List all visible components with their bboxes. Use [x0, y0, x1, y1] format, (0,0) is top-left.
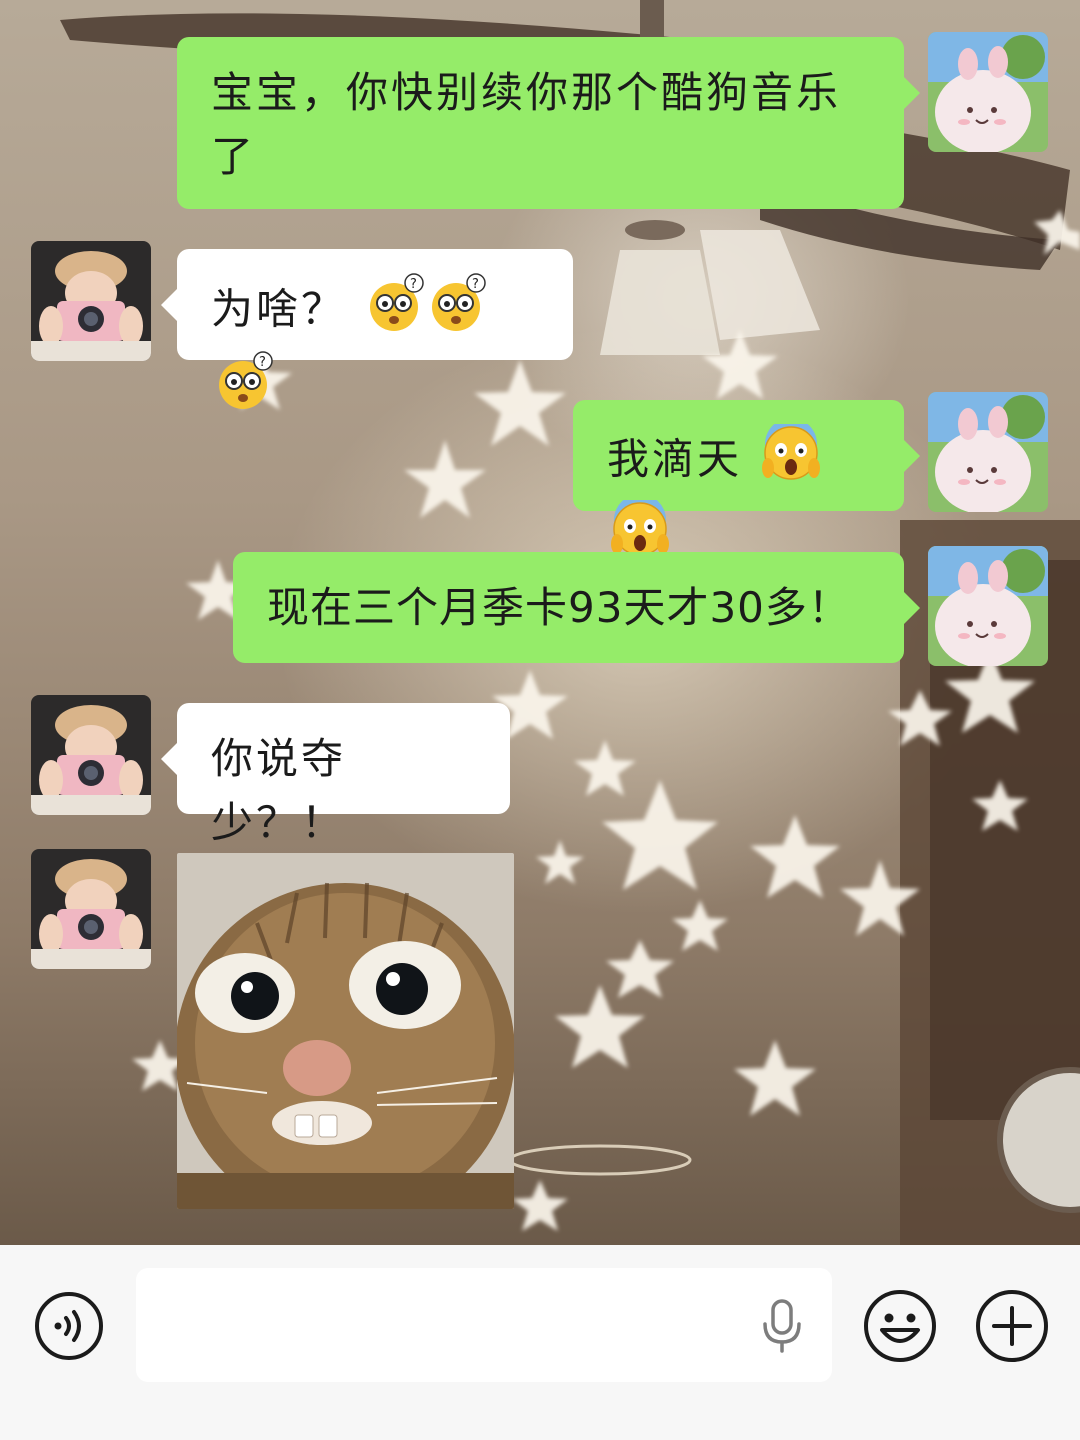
contact-avatar[interactable]: [31, 849, 151, 969]
message-bubble-sent[interactable]: 我滴天: [573, 400, 920, 556]
my-avatar[interactable]: [928, 392, 1048, 512]
contact-avatar[interactable]: [31, 695, 151, 815]
message-input-field[interactable]: [136, 1268, 832, 1382]
emoji-icon[interactable]: [862, 1288, 938, 1368]
message-text: 为啥？: [211, 284, 347, 334]
confused-face-emoji: ?: [215, 351, 273, 429]
message-input[interactable]: [136, 1268, 736, 1382]
screaming-face-emoji: [762, 418, 821, 500]
shocked-cat-sticker[interactable]: [177, 853, 514, 1209]
my-avatar[interactable]: [928, 546, 1048, 666]
message-text: 宝宝，你快别续你那个酷狗音乐了: [211, 68, 842, 181]
confused-face-emoji: ?: [366, 273, 425, 351]
message-bubble-sent[interactable]: 宝宝，你快别续你那个酷狗音乐了: [177, 37, 920, 209]
message-bubble-received[interactable]: 你说夺少？！: [161, 703, 510, 847]
my-avatar[interactable]: [928, 32, 1048, 152]
message-text: 现在三个月季卡93天才30多！: [267, 583, 851, 632]
message-text: 我滴天: [607, 434, 743, 484]
svg-text:?: ?: [472, 277, 482, 292]
message-bubble-received[interactable]: 为啥？ ? ? ?: [161, 249, 573, 409]
confused-face-emoji: ?: [428, 273, 487, 351]
microphone-icon[interactable]: [760, 1298, 804, 1358]
svg-text:?: ?: [259, 355, 269, 370]
contact-avatar[interactable]: [31, 241, 151, 361]
plus-icon[interactable]: [974, 1288, 1050, 1368]
voice-mode-icon[interactable]: [33, 1290, 105, 1366]
message-text: 你说夺少？！: [211, 734, 347, 847]
message-bubble-sent[interactable]: 现在三个月季卡93天才30多！: [233, 552, 920, 663]
svg-text:?: ?: [410, 277, 420, 292]
